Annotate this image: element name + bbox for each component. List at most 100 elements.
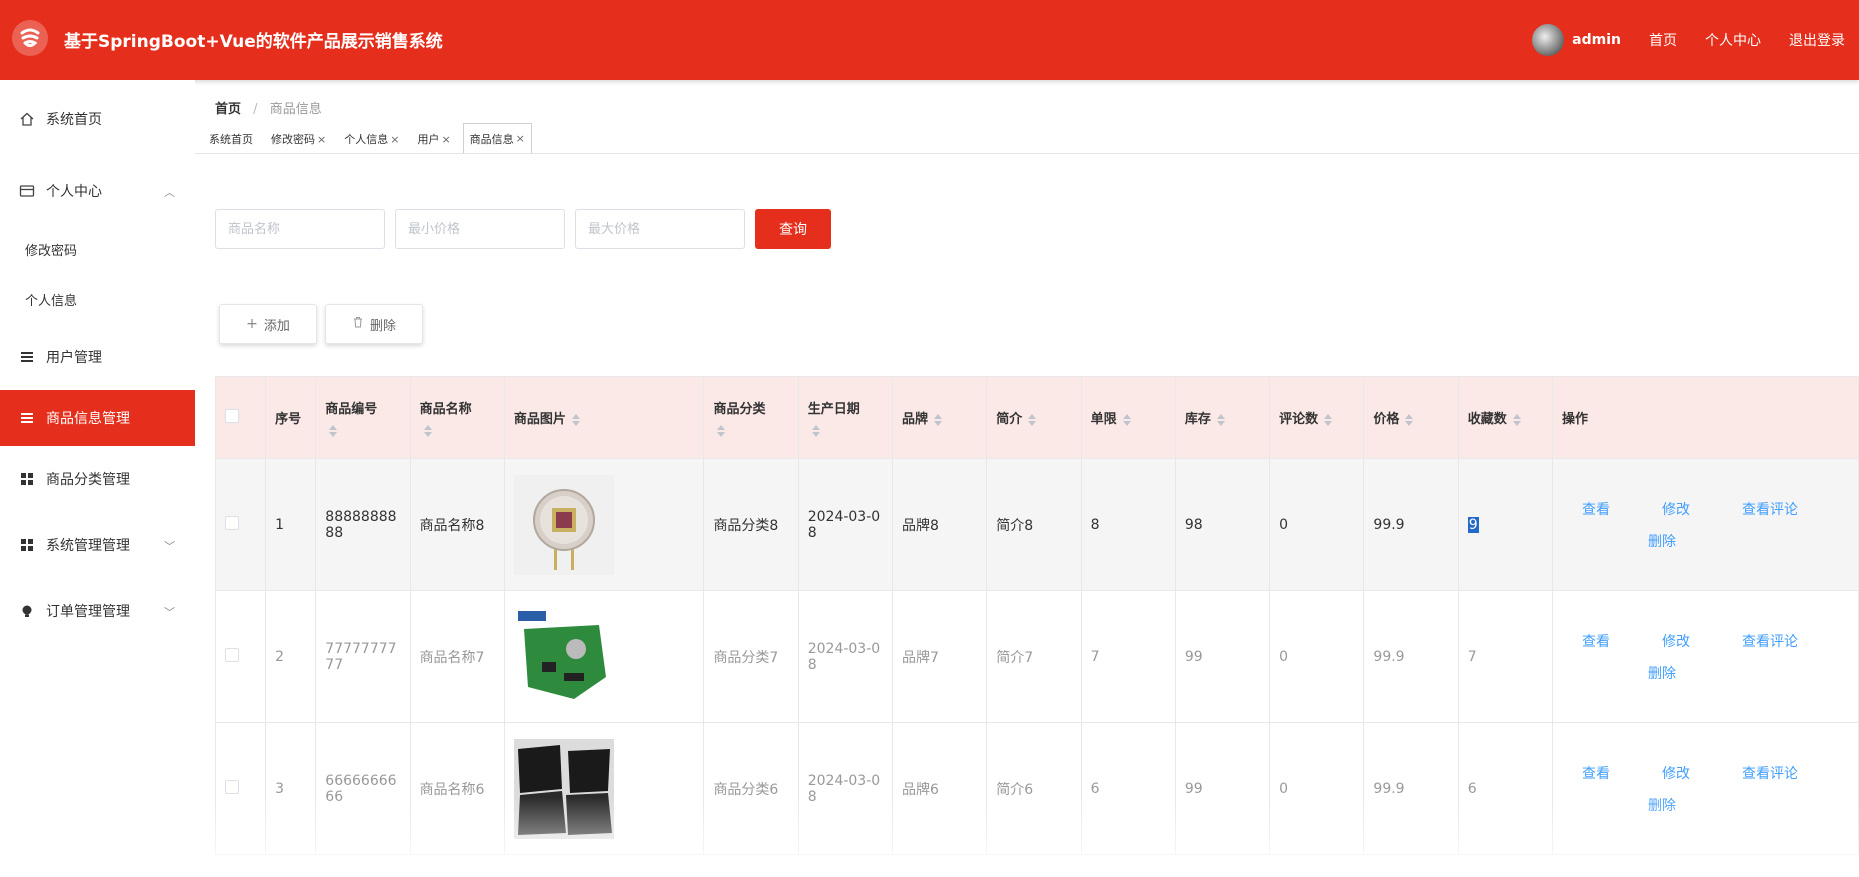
sort-icon[interactable] (1324, 413, 1333, 426)
sidebar-item-order-management[interactable]: 订单管理管理 ﹀ (0, 578, 195, 644)
delete-row-button[interactable]: 删除 (1582, 795, 1742, 815)
product-image[interactable] (513, 738, 614, 839)
sidebar-item-home[interactable]: 系统首页 (0, 80, 195, 158)
breadcrumb-home[interactable]: 首页 (215, 102, 241, 117)
view-button[interactable]: 查看 (1582, 499, 1662, 519)
sidebar-item-system-management[interactable]: 系统管理管理 ﹀ (0, 512, 195, 578)
header-link-profile[interactable]: 个人中心 (1705, 30, 1761, 50)
product-image[interactable] (513, 474, 614, 575)
product-name-input[interactable] (215, 209, 385, 249)
header-cell[interactable]: 收藏数 (1457, 376, 1553, 459)
sidebar-item-change-password[interactable]: 修改密码 (0, 224, 195, 274)
sort-icon[interactable] (571, 413, 580, 426)
table-row[interactable]: 3 6666666666 商品名称6 商品分类6 2024-03-08 品牌6 … (214, 722, 1859, 855)
table-row[interactable]: 2 7777777777 商品名称7 商品分类7 2024-03-08 品牌7 … (214, 590, 1859, 723)
cell-no: 3 (265, 722, 317, 855)
view-button[interactable]: 查看 (1582, 763, 1662, 783)
username[interactable]: admin (1572, 32, 1621, 48)
header-cell: 序号 (265, 376, 317, 459)
breadcrumb-separator: / (253, 102, 258, 117)
view-comments-button[interactable]: 查看评论 (1742, 631, 1842, 651)
sidebar-item-label: 商品分类管理 (46, 472, 130, 488)
sort-icon[interactable] (1216, 413, 1225, 426)
header-cell[interactable]: 价格 (1363, 376, 1459, 459)
sidebar-item-personal-info[interactable]: 个人信息 (0, 274, 195, 324)
sort-icon[interactable] (1028, 413, 1037, 426)
select-all-checkbox[interactable] (225, 408, 239, 423)
close-icon[interactable]: × (441, 133, 450, 146)
tab-personal-info[interactable]: 个人信息 × (338, 125, 405, 153)
sort-icon[interactable] (717, 425, 726, 437)
header-cell[interactable]: 商品编号 (315, 376, 411, 459)
edit-button[interactable]: 修改 (1662, 763, 1742, 783)
grid-icon (18, 470, 36, 488)
header-cell[interactable]: 评论数 (1269, 376, 1365, 459)
tab-home[interactable]: 系统首页 (203, 125, 259, 153)
sort-icon[interactable] (811, 425, 820, 437)
header-cell[interactable]: 单限 (1080, 376, 1176, 459)
close-icon[interactable]: × (390, 133, 399, 146)
sidebar-item-personal-center[interactable]: 个人中心 ︿ (0, 158, 195, 224)
table-row[interactable]: 1 8888888888 商品名称8 商品分类8 2024-03-08 品牌8 … (214, 458, 1859, 591)
header-cell[interactable]: 品牌 (891, 376, 988, 459)
sort-icon[interactable] (423, 425, 432, 437)
cell-limit: 7 (1080, 590, 1176, 723)
view-comments-button[interactable]: 查看评论 (1742, 499, 1842, 519)
sidebar: 系统首页 个人中心 ︿ 修改密码 个人信息 用户管理 商品信息管理 商品分类管理… (0, 80, 195, 877)
header-cell[interactable]: 商品名称 (409, 376, 505, 459)
sort-icon[interactable] (329, 425, 338, 437)
header-cell[interactable]: 商品图片 (503, 376, 705, 459)
header-link-logout[interactable]: 退出登录 (1789, 30, 1845, 50)
sort-icon[interactable] (1122, 413, 1131, 426)
min-price-input[interactable] (395, 209, 565, 249)
row-checkbox[interactable] (225, 647, 239, 662)
query-button[interactable]: 查询 (755, 209, 831, 249)
main-content: 首页 / 商品信息 系统首页 修改密码× 个人信息× 用户× 商品信息× 查询 … (195, 80, 1859, 877)
edit-button[interactable]: 修改 (1662, 631, 1742, 651)
row-operations: 查看 修改 查看评论 删除 (1562, 763, 1849, 815)
edit-button[interactable]: 修改 (1662, 499, 1742, 519)
header-label: 生产日期 (807, 402, 860, 417)
delete-row-button[interactable]: 删除 (1582, 663, 1742, 683)
header-cell[interactable]: 简介 (986, 376, 1082, 459)
sidebar-item-product-info[interactable]: 商品信息管理 (0, 390, 195, 446)
product-image[interactable] (513, 606, 614, 707)
sort-icon[interactable] (1512, 413, 1521, 426)
close-icon[interactable]: × (516, 132, 525, 145)
row-checkbox[interactable] (225, 779, 239, 794)
row-operations: 查看 修改 查看评论 删除 (1562, 631, 1849, 683)
cell-brand: 品牌7 (891, 590, 988, 723)
header-label: 序号 (275, 412, 302, 427)
header-cell[interactable]: 商品分类 (703, 376, 799, 459)
header-cell[interactable]: 生产日期 (797, 376, 894, 459)
max-price-input[interactable] (575, 209, 745, 249)
user-menu[interactable]: admin (1532, 24, 1621, 56)
delete-row-button[interactable]: 删除 (1582, 531, 1742, 551)
view-comments-button[interactable]: 查看评论 (1742, 763, 1842, 783)
avatar[interactable] (1532, 24, 1565, 56)
cell-ops: 查看 修改 查看评论 删除 (1551, 458, 1859, 591)
tab-product-info[interactable]: 商品信息 × (462, 123, 532, 153)
header-label: 商品分类 (713, 402, 766, 417)
cell-price: 99.9 (1363, 590, 1459, 723)
tab-user[interactable]: 用户 × (411, 125, 456, 153)
tab-change-password[interactable]: 修改密码 × (265, 125, 332, 153)
sidebar-item-user-management[interactable]: 用户管理 (0, 324, 195, 390)
sidebar-item-label: 订单管理管理 (46, 604, 130, 620)
header-label: 评论数 (1279, 412, 1319, 427)
row-checkbox[interactable] (225, 515, 239, 530)
sort-icon[interactable] (934, 413, 943, 426)
header-link-home[interactable]: 首页 (1649, 30, 1677, 50)
sort-icon[interactable] (1405, 413, 1414, 426)
cell-no: 1 (265, 458, 317, 591)
header-cell[interactable]: 库存 (1174, 376, 1271, 459)
delete-button[interactable]: 删除 (325, 304, 423, 344)
add-button[interactable]: + 添加 (219, 304, 317, 344)
chevron-down-icon: ﹀ (164, 606, 175, 619)
close-icon[interactable]: × (317, 133, 326, 146)
top-header: 基于SpringBoot+Vue的软件产品展示销售系统 admin 首页 个人中… (0, 0, 1859, 80)
tab-label: 个人信息 (344, 133, 389, 146)
cell-favorites: 6 (1457, 722, 1553, 855)
sidebar-item-category-management[interactable]: 商品分类管理 (0, 446, 195, 512)
view-button[interactable]: 查看 (1582, 631, 1662, 651)
